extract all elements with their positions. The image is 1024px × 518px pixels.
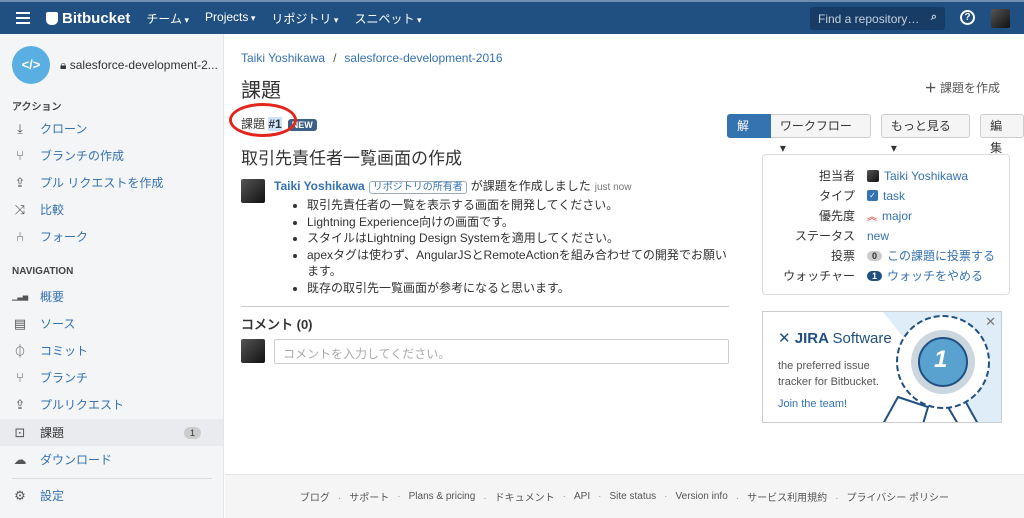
footer-link[interactable]: ブログ bbox=[300, 489, 330, 504]
plus-icon: ＋ bbox=[924, 81, 937, 95]
sidebar-item-create-pr[interactable]: ⇪ プル リクエストを作成 bbox=[0, 169, 223, 196]
search-input[interactable]: Find a repository… ⌕ bbox=[810, 7, 945, 30]
search-icon: ⌕ bbox=[930, 11, 937, 23]
assignee-link[interactable]: Taiki Yoshikawa bbox=[884, 169, 968, 183]
workflow-dropdown[interactable]: ワークフロー ▾ bbox=[770, 114, 871, 155]
repo-avatar[interactable]: </> bbox=[12, 46, 50, 84]
fork-icon: ⑃ bbox=[16, 229, 24, 244]
footer-link[interactable]: Plans & pricing bbox=[389, 491, 476, 502]
footer-link[interactable]: サポート bbox=[330, 489, 389, 504]
bars-icon: ▁▃▅ bbox=[12, 293, 29, 301]
sidebar-item-pull-requests[interactable]: ⇪ プルリクエスト bbox=[0, 391, 223, 418]
nav-repositories[interactable]: リポジトリ bbox=[271, 10, 338, 27]
navigation-heading: NAVIGATION bbox=[12, 266, 74, 277]
sidebar-item-downloads[interactable]: ☁ ダウンロード bbox=[0, 446, 223, 473]
nav-projects[interactable]: Projects bbox=[205, 10, 255, 27]
footer-link[interactable]: API bbox=[555, 491, 590, 502]
comments-heading: コメント (0) bbox=[241, 317, 313, 332]
sidebar: </> 🔒︎ salesforce-development-2... アクション… bbox=[0, 34, 224, 518]
highlight-circle bbox=[229, 103, 297, 137]
breadcrumb-user[interactable]: Taiki Yoshikawa bbox=[241, 51, 325, 65]
sidebar-item-issues[interactable]: ⊡ 課題 1 bbox=[0, 419, 223, 446]
sidebar-item-settings[interactable]: ⚙ 設定 bbox=[0, 482, 223, 509]
sidebar-item-source[interactable]: ▤ ソース bbox=[0, 310, 223, 337]
activity-entry: Taiki Yoshikawa リポジトリの所有者 が課題を作成しました just n… bbox=[274, 177, 734, 296]
footer-link[interactable]: プライバシー ポリシー bbox=[827, 489, 949, 504]
download-icon: ⤓ bbox=[17, 120, 23, 136]
more-dropdown[interactable]: もっと見る ▾ bbox=[880, 114, 971, 155]
upload-icon: ⇪ bbox=[14, 174, 26, 190]
priority-major-icon: ︽ bbox=[867, 212, 877, 223]
top-bar: Bitbucket チーム Projects リポジトリ スニペット Find … bbox=[0, 0, 1024, 34]
footer: ブログ サポート Plans & pricing ドキュメント API Site… bbox=[225, 474, 1024, 518]
page-title: 課題 bbox=[241, 80, 281, 102]
cloud-download-icon: ☁ bbox=[13, 451, 27, 467]
issue-meta-panel: 担当者 Taiki Yoshikawa タイプ ✓ task 優先度 ︽ major ステ… bbox=[762, 154, 1010, 295]
sidebar-item-commits[interactable]: ⏀ コミット bbox=[0, 337, 223, 364]
lock-icon: 🔒︎ bbox=[60, 58, 67, 72]
create-issue-button[interactable]: ＋ 課題を作成 bbox=[925, 79, 1000, 96]
vote-link[interactable]: この課題に投票する bbox=[887, 247, 995, 264]
main-content: Taiki Yoshikawa / salesforce-development-2… bbox=[225, 34, 1024, 474]
nav-teams[interactable]: チーム bbox=[146, 10, 189, 27]
task-icon: ✓ bbox=[867, 190, 878, 201]
issue-icon: ⊡ bbox=[14, 424, 26, 440]
sidebar-item-clone[interactable]: ⤓ クローン bbox=[0, 115, 223, 142]
assignee-avatar bbox=[867, 169, 879, 182]
branch-icon: ⑂ bbox=[16, 148, 24, 163]
activity-user[interactable]: Taiki Yoshikawa bbox=[274, 179, 365, 193]
edit-button[interactable]: 編集 bbox=[980, 114, 1024, 155]
commit-icon: ⏀ bbox=[13, 344, 27, 359]
watcher-count: 1 bbox=[867, 270, 883, 281]
sidebar-item-overview[interactable]: ▁▃▅ 概要 bbox=[0, 283, 223, 310]
gear-icon: ⚙ bbox=[14, 487, 26, 503]
resolve-button[interactable]: 解決 bbox=[727, 114, 771, 155]
divider bbox=[241, 306, 729, 307]
branch-icon: ⑂ bbox=[16, 370, 24, 385]
description-list: 取引先責任者の一覧を表示する画面を開発してください。 Lightning Exp… bbox=[307, 197, 734, 296]
breadcrumb-repo[interactable]: salesforce-development-2016 bbox=[344, 51, 502, 65]
sidebar-item-fork[interactable]: ⑃ フォーク bbox=[0, 223, 223, 250]
owner-badge: リポジトリの所有者 bbox=[368, 181, 467, 194]
close-icon[interactable]: ✕ bbox=[985, 314, 996, 330]
issue-title: 取引先責任者一覧画面の作成 bbox=[241, 149, 462, 168]
bucket-icon bbox=[46, 11, 58, 25]
sidebar-item-compare[interactable]: ⤨ 比較 bbox=[0, 196, 223, 223]
vote-count: 0 bbox=[867, 250, 883, 261]
repo-name[interactable]: 🔒︎ salesforce-development-2... bbox=[60, 58, 218, 73]
nav-snippets[interactable]: スニペット bbox=[354, 10, 421, 27]
menu-icon[interactable] bbox=[16, 12, 30, 24]
avatar bbox=[241, 339, 265, 363]
logo[interactable]: Bitbucket bbox=[46, 10, 130, 27]
upload-icon: ⇪ bbox=[14, 396, 26, 412]
file-icon: ▤ bbox=[13, 315, 27, 331]
issue-count-badge: 1 bbox=[183, 426, 201, 439]
shuffle-icon: ⤨ bbox=[14, 201, 26, 217]
user-avatar[interactable] bbox=[991, 9, 1010, 28]
footer-link[interactable]: Version info bbox=[656, 491, 728, 502]
jira-logo: ✕ JIRA Software bbox=[778, 330, 892, 347]
avatar[interactable] bbox=[241, 179, 265, 203]
unwatch-link[interactable]: ウォッチをやめる bbox=[887, 267, 983, 284]
divider bbox=[12, 478, 212, 479]
help-icon[interactable]: ? bbox=[960, 10, 975, 25]
breadcrumb: Taiki Yoshikawa / salesforce-development-2… bbox=[241, 51, 503, 65]
footer-link[interactable]: ドキュメント bbox=[475, 489, 555, 504]
join-link[interactable]: Join the team! bbox=[778, 398, 847, 410]
actions-heading: アクション bbox=[12, 102, 62, 113]
jira-promo: 1 ✕ JIRA Software the preferred issue tra… bbox=[762, 311, 1002, 423]
sidebar-item-create-branch[interactable]: ⑂ ブランチの作成 bbox=[0, 142, 223, 169]
footer-link[interactable]: サービス利用規約 bbox=[728, 489, 827, 504]
status-value: new bbox=[867, 228, 890, 243]
comment-input[interactable]: コメントを入力してください。 bbox=[274, 339, 729, 364]
footer-link[interactable]: Site status bbox=[590, 491, 656, 502]
sidebar-item-branches[interactable]: ⑂ ブランチ bbox=[0, 364, 223, 391]
